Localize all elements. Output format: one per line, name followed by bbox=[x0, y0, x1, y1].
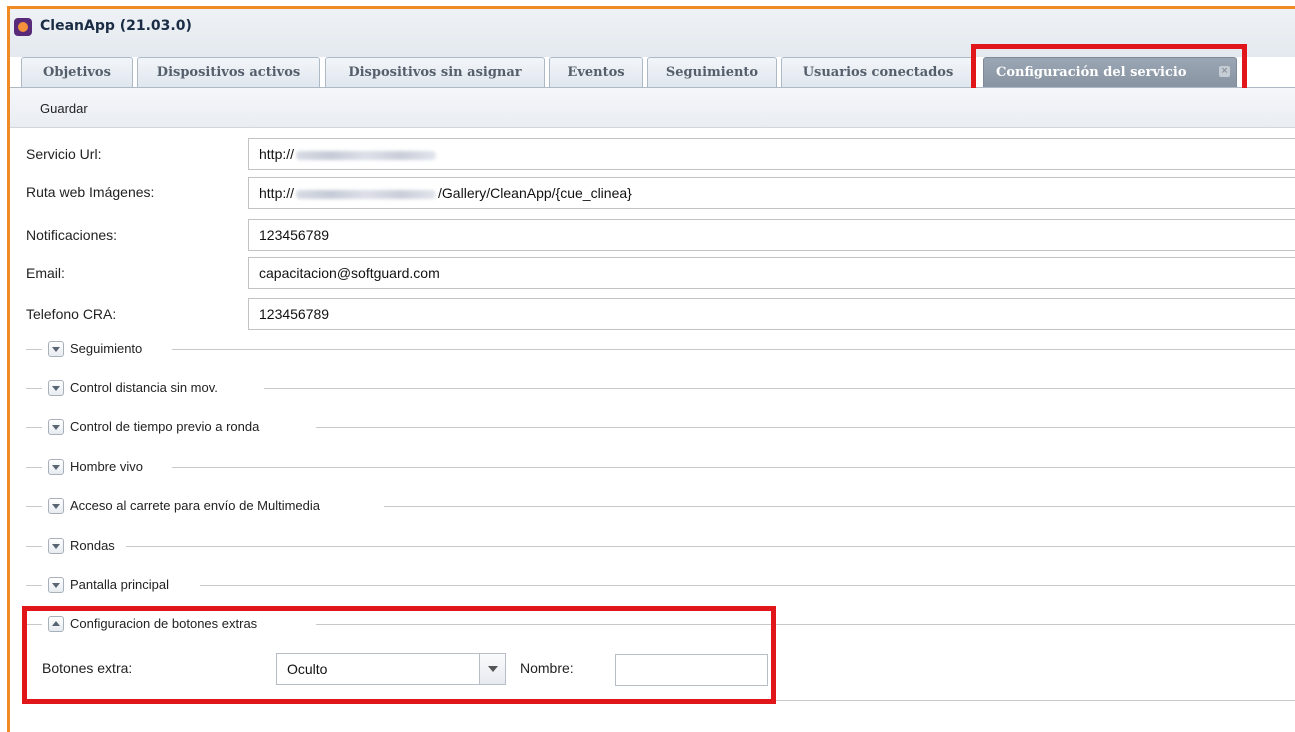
chevron-down-icon[interactable] bbox=[48, 419, 64, 435]
section-hombre-vivo: Hombre vivo bbox=[26, 458, 1295, 476]
section-acceso-carrete: Acceso al carrete para envío de Multimed… bbox=[26, 497, 1295, 515]
telefono-cra-input[interactable]: 123456789 bbox=[248, 298, 1295, 330]
notificaciones-input[interactable]: 123456789 bbox=[248, 219, 1295, 251]
section-rule bbox=[26, 506, 42, 507]
tab-label: Seguimiento bbox=[665, 65, 759, 80]
email-label: Email: bbox=[26, 265, 65, 281]
section-control-distancia: Control distancia sin mov. bbox=[26, 379, 1295, 397]
chevron-down-icon[interactable] bbox=[48, 341, 64, 357]
window-title: CleanApp (21.03.0) bbox=[40, 18, 192, 34]
ruta-web-label: Ruta web Imágenes: bbox=[26, 184, 155, 200]
section-rule bbox=[26, 585, 42, 586]
tab-label: Dispositivos sin asignar bbox=[348, 65, 522, 80]
section-rule bbox=[26, 467, 42, 468]
servicio-url-input[interactable]: http:// bbox=[248, 138, 1295, 170]
url-prefix: http:// bbox=[259, 185, 295, 201]
tab-label: Dispositivos activos bbox=[156, 65, 301, 80]
botones-extra-label: Botones extra: bbox=[42, 660, 133, 676]
section-label: Configuracion de botones extras bbox=[70, 615, 262, 633]
section-rule bbox=[26, 349, 42, 350]
section-rule bbox=[384, 506, 1295, 507]
tab-configuracion-del-servicio[interactable]: Configuración del servicio × bbox=[983, 57, 1237, 87]
section-control-tiempo: Control de tiempo previo a ronda bbox=[26, 418, 1295, 436]
toolbar: Guardar bbox=[10, 88, 1295, 128]
section-rule bbox=[26, 546, 42, 547]
section-rule bbox=[264, 388, 1295, 389]
tab-label: Eventos bbox=[567, 65, 625, 80]
chevron-down-icon[interactable] bbox=[48, 498, 64, 514]
ruta-web-input[interactable]: http:// /Gallery/CleanApp/{cue_clinea} bbox=[248, 177, 1295, 209]
tab-seguimiento[interactable]: Seguimiento bbox=[647, 57, 777, 87]
section-rule bbox=[26, 624, 42, 625]
section-label: Hombre vivo bbox=[70, 458, 147, 476]
chevron-down-icon[interactable] bbox=[48, 380, 64, 396]
tab-label: Configuración del servicio bbox=[996, 65, 1187, 80]
redacted-address bbox=[296, 150, 437, 160]
nombre-input[interactable] bbox=[615, 654, 768, 686]
section-rule bbox=[26, 427, 42, 428]
tab-objetivos[interactable]: Objetivos bbox=[21, 57, 133, 87]
section-label: Control de tiempo previo a ronda bbox=[70, 418, 264, 436]
chevron-down-icon[interactable] bbox=[48, 577, 64, 593]
nombre-label: Nombre: bbox=[520, 660, 574, 676]
botones-extra-select[interactable]: Oculto bbox=[276, 653, 506, 685]
tab-label: Objetivos bbox=[43, 65, 111, 80]
tab-eventos[interactable]: Eventos bbox=[549, 57, 643, 87]
close-icon[interactable]: × bbox=[1219, 66, 1230, 77]
section-label: Acceso al carrete para envío de Multimed… bbox=[70, 497, 325, 515]
section-label: Seguimiento bbox=[70, 340, 147, 358]
url-prefix: http:// bbox=[259, 146, 295, 162]
chevron-up-icon[interactable] bbox=[48, 616, 64, 632]
section-rondas: Rondas bbox=[26, 537, 1295, 555]
section-label: Rondas bbox=[70, 537, 119, 555]
section-rule bbox=[126, 546, 1295, 547]
section-rule bbox=[316, 427, 1295, 428]
title-bar: CleanApp (21.03.0) bbox=[10, 9, 1295, 57]
save-button[interactable]: Guardar bbox=[40, 101, 88, 116]
section-label: Control distancia sin mov. bbox=[70, 379, 222, 397]
section-bottom-rule bbox=[26, 700, 1295, 701]
section-seguimiento: Seguimiento bbox=[26, 340, 1295, 358]
tab-label: Usuarios conectados bbox=[802, 65, 954, 80]
notificaciones-label: Notificaciones: bbox=[26, 227, 118, 243]
section-rule bbox=[316, 624, 1295, 625]
redacted-address bbox=[296, 189, 437, 199]
section-label: Pantalla principal bbox=[70, 576, 174, 594]
app-logo-icon bbox=[14, 18, 32, 36]
chevron-down-icon[interactable] bbox=[479, 654, 505, 684]
section-rule bbox=[172, 349, 1295, 350]
chevron-down-icon[interactable] bbox=[48, 538, 64, 554]
tab-dispositivos-sin-asignar[interactable]: Dispositivos sin asignar bbox=[325, 57, 545, 87]
section-rule bbox=[26, 388, 42, 389]
chevron-down-icon[interactable] bbox=[48, 459, 64, 475]
telefono-cra-label: Telefono CRA: bbox=[26, 306, 117, 322]
section-rule bbox=[200, 585, 1295, 586]
tab-dispositivos-activos[interactable]: Dispositivos activos bbox=[137, 57, 320, 87]
section-rule bbox=[172, 467, 1295, 468]
servicio-url-label: Servicio Url: bbox=[26, 146, 102, 162]
section-pantalla-principal: Pantalla principal bbox=[26, 576, 1295, 594]
tab-usuarios-conectados[interactable]: Usuarios conectados bbox=[781, 57, 975, 87]
section-configuracion-botones-extras: Configuracion de botones extras bbox=[26, 615, 1295, 633]
url-suffix: /Gallery/CleanApp/{cue_clinea} bbox=[438, 185, 632, 201]
email-input[interactable]: capacitacion@softguard.com bbox=[248, 257, 1295, 289]
selected-value: Oculto bbox=[287, 661, 328, 677]
